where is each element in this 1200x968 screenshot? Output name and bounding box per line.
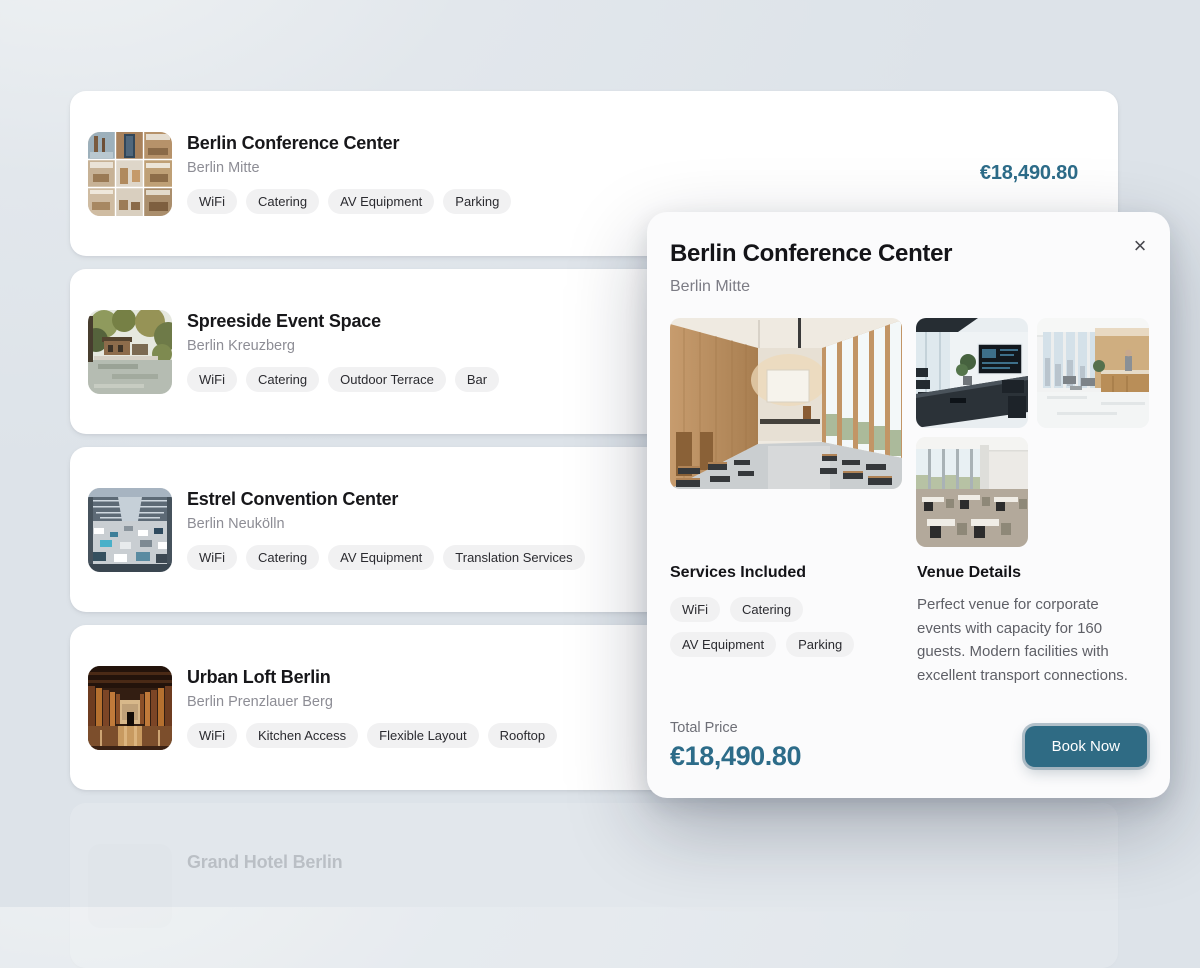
venue-name: Grand Hotel Berlin bbox=[187, 852, 342, 873]
venue-tag: WiFi bbox=[187, 189, 237, 214]
venue-details-heading: Venue Details bbox=[917, 564, 1147, 582]
venue-name: Berlin Conference Center bbox=[187, 133, 511, 154]
venue-thumbnail-convention-hall-image bbox=[88, 488, 172, 572]
modal-footer: Total Price €18,490.80 Book Now bbox=[670, 720, 1147, 772]
venue-location: Berlin Neukölln bbox=[187, 516, 585, 532]
modal-title: Berlin Conference Center bbox=[670, 240, 1147, 268]
services-heading: Services Included bbox=[670, 564, 917, 582]
service-tag: WiFi bbox=[670, 597, 720, 622]
venue-tag: Outdoor Terrace bbox=[328, 367, 446, 392]
modal-sections: Services Included WiFi Catering AV Equip… bbox=[670, 564, 1147, 687]
total-price-label: Total Price bbox=[670, 720, 801, 736]
total-price-value: €18,490.80 bbox=[670, 741, 801, 772]
venue-thumbnail-riverside-image bbox=[88, 310, 172, 394]
venue-tag: Flexible Layout bbox=[367, 723, 478, 748]
venue-name: Spreeside Event Space bbox=[187, 311, 499, 332]
venue-details-section: Venue Details Perfect venue for corporat… bbox=[917, 564, 1147, 687]
venue-tag: Kitchen Access bbox=[246, 723, 358, 748]
venue-details-text: Perfect venue for corporate events with … bbox=[917, 593, 1147, 687]
venue-tags: WiFi Catering Outdoor Terrace Bar bbox=[187, 367, 499, 392]
services-tags: WiFi Catering AV Equipment Parking bbox=[670, 597, 882, 657]
venue-photo-meeting-room bbox=[916, 318, 1028, 428]
venue-tag: AV Equipment bbox=[328, 189, 434, 214]
venue-info: Grand Hotel Berlin bbox=[187, 844, 342, 873]
venue-photo-dining-room bbox=[916, 437, 1028, 547]
venue-info: Estrel Convention Center Berlin Neukölln… bbox=[187, 489, 585, 570]
book-now-button[interactable]: Book Now bbox=[1025, 726, 1147, 767]
service-tag: AV Equipment bbox=[670, 632, 776, 657]
venue-thumbnail-placeholder bbox=[88, 844, 172, 928]
photo-grid bbox=[916, 318, 1149, 547]
venue-tag: Parking bbox=[443, 189, 511, 214]
photo-gallery bbox=[670, 318, 1147, 547]
venue-tags: WiFi Catering AV Equipment Parking bbox=[187, 189, 511, 214]
venue-card-grand-hotel-berlin[interactable]: Grand Hotel Berlin bbox=[70, 803, 1118, 968]
venue-tag: Bar bbox=[455, 367, 499, 392]
venue-info: Urban Loft Berlin Berlin Prenzlauer Berg… bbox=[187, 667, 557, 748]
venue-price: €18,490.80 bbox=[980, 162, 1078, 185]
venue-tag: WiFi bbox=[187, 723, 237, 748]
venue-tag: Catering bbox=[246, 545, 319, 570]
venue-tag: Rooftop bbox=[488, 723, 558, 748]
venue-info: Spreeside Event Space Berlin Kreuzberg W… bbox=[187, 311, 499, 392]
venue-thumbnail-loft-image bbox=[88, 666, 172, 750]
venue-tags: WiFi Kitchen Access Flexible Layout Roof… bbox=[187, 723, 557, 748]
services-section: Services Included WiFi Catering AV Equip… bbox=[670, 564, 917, 687]
venue-tag: Catering bbox=[246, 367, 319, 392]
venue-tag: WiFi bbox=[187, 367, 237, 392]
venue-photo-lobby bbox=[1037, 318, 1149, 428]
total-price-block: Total Price €18,490.80 bbox=[670, 720, 801, 772]
venue-location: Berlin Kreuzberg bbox=[187, 338, 499, 354]
service-tag: Catering bbox=[730, 597, 803, 622]
venue-location: Berlin Prenzlauer Berg bbox=[187, 694, 557, 710]
venue-tag: Catering bbox=[246, 189, 319, 214]
venue-tag: AV Equipment bbox=[328, 545, 434, 570]
service-tag: Parking bbox=[786, 632, 854, 657]
venue-name: Estrel Convention Center bbox=[187, 489, 585, 510]
venue-photo-main-hall bbox=[670, 318, 902, 489]
venue-tag: WiFi bbox=[187, 545, 237, 570]
venue-detail-modal: × Berlin Conference Center Berlin Mitte bbox=[647, 212, 1170, 798]
venue-info: Berlin Conference Center Berlin Mitte Wi… bbox=[187, 133, 511, 214]
venue-thumbnail-montage-image bbox=[88, 132, 172, 216]
venue-location: Berlin Mitte bbox=[187, 160, 511, 176]
close-icon[interactable]: × bbox=[1124, 230, 1156, 262]
modal-location: Berlin Mitte bbox=[670, 278, 1147, 296]
venue-name: Urban Loft Berlin bbox=[187, 667, 557, 688]
venue-tags: WiFi Catering AV Equipment Translation S… bbox=[187, 545, 585, 570]
venue-booking-page: { "venues": [ { "name": "Berlin Conferen… bbox=[0, 0, 1200, 907]
venue-tag: Translation Services bbox=[443, 545, 584, 570]
